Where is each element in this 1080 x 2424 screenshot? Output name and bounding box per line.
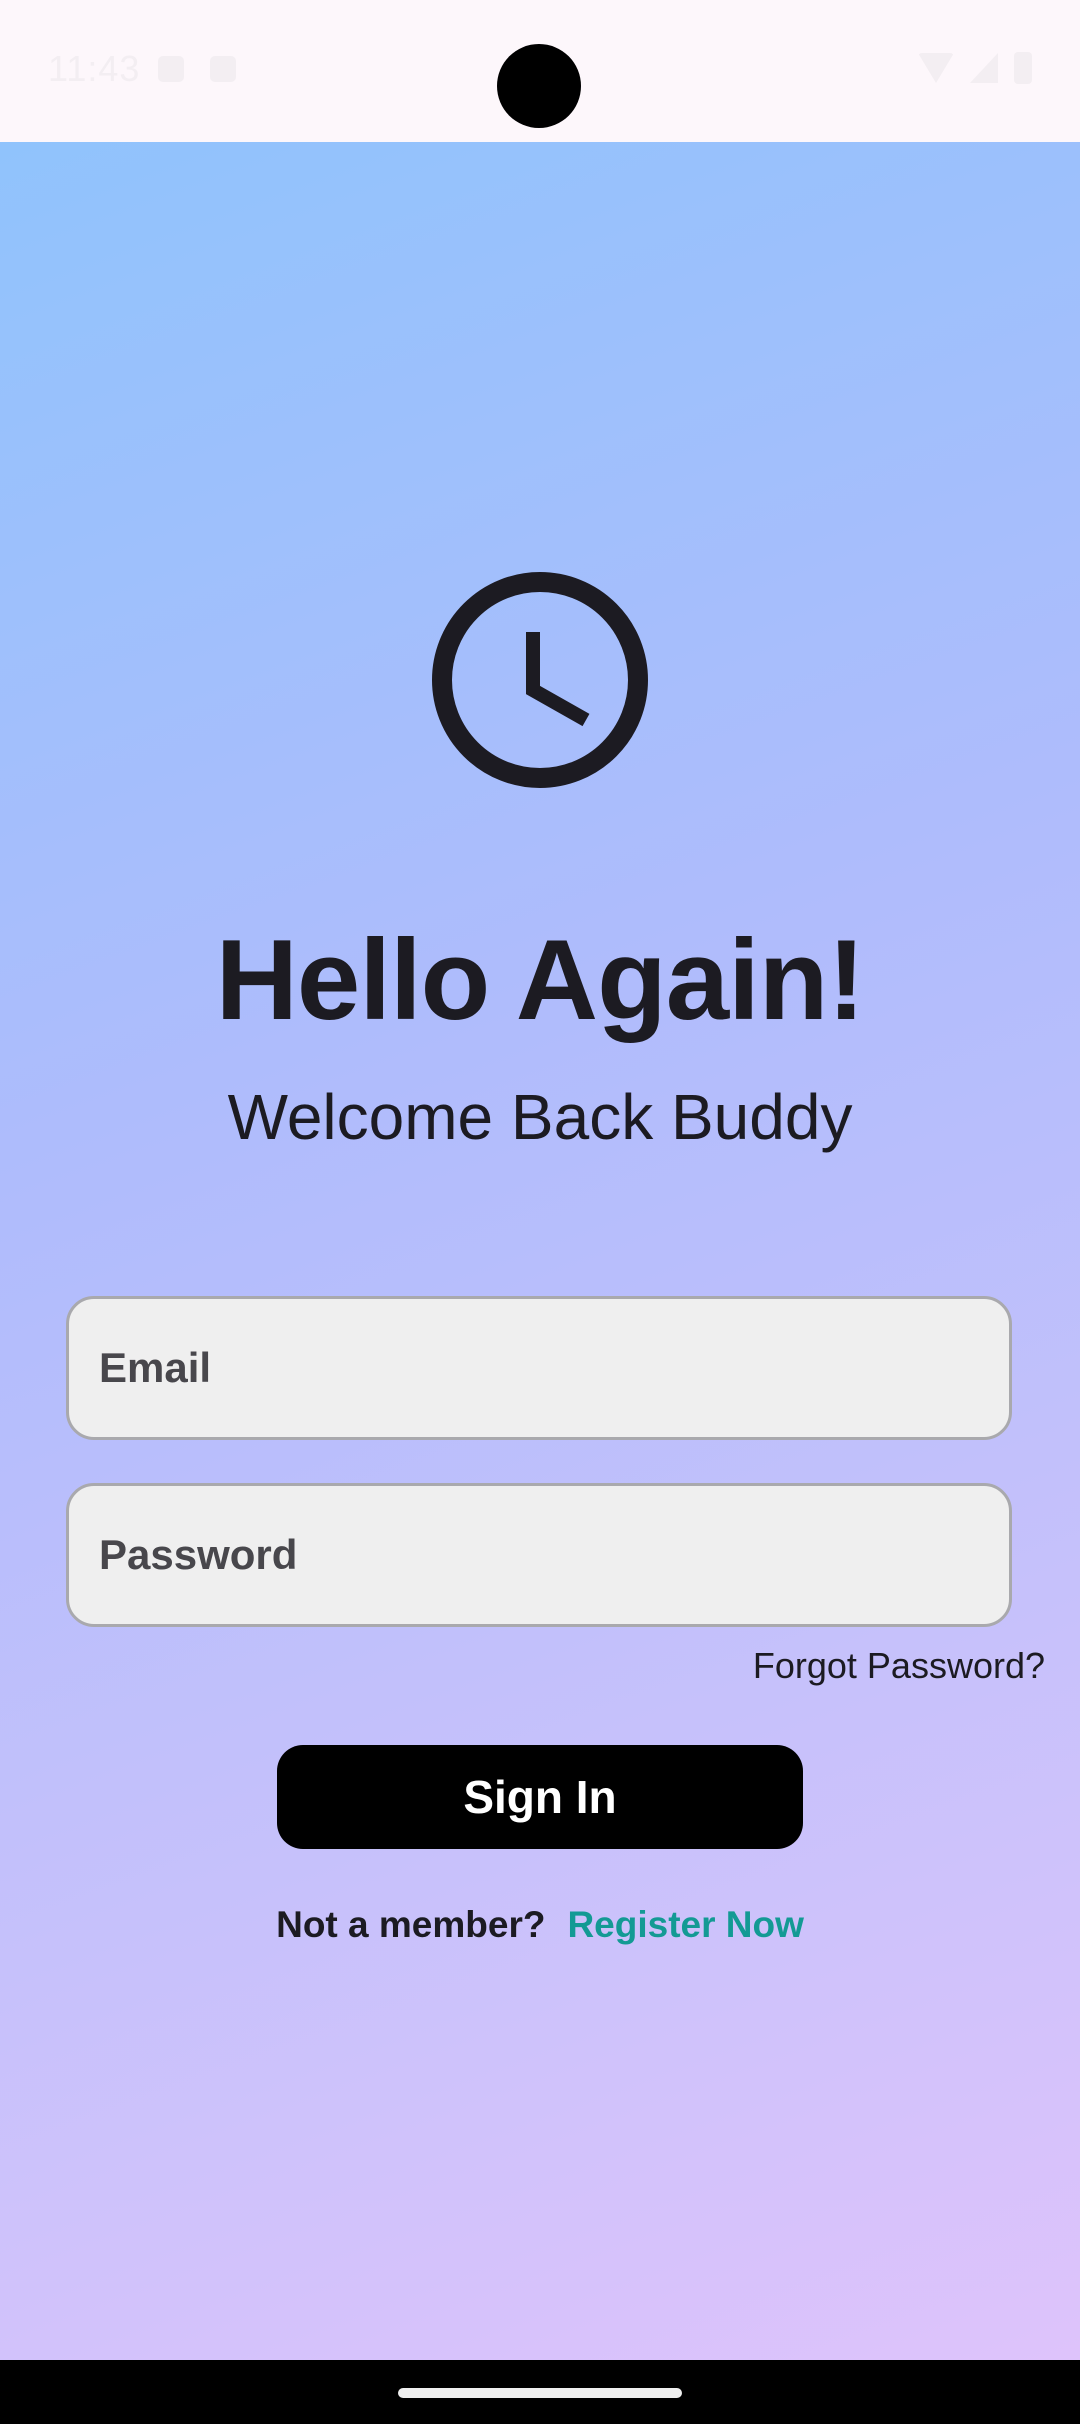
sd-card-icon xyxy=(210,56,236,82)
wifi-icon xyxy=(918,53,954,83)
login-screen xyxy=(0,142,1080,2360)
email-field[interactable] xyxy=(66,1296,1012,1440)
sign-in-button[interactable]: Sign In xyxy=(277,1745,803,1849)
status-time: 11:43 xyxy=(48,48,141,89)
signal-icon xyxy=(970,53,998,83)
status-icons xyxy=(918,52,1032,84)
register-now-link[interactable]: Register Now xyxy=(567,1904,803,1945)
screen: 11:43 Hello Again! Welcome Back Buddy Fo… xyxy=(0,0,1080,2424)
camera-cutout xyxy=(497,44,581,128)
notification-icon xyxy=(158,56,184,82)
password-field[interactable] xyxy=(66,1483,1012,1627)
page-title: Hello Again! xyxy=(215,917,866,1044)
email-input[interactable] xyxy=(69,1299,1009,1437)
page-subtitle: Welcome Back Buddy xyxy=(227,1081,853,1153)
battery-icon xyxy=(1014,52,1032,84)
not-member-label: Not a member? xyxy=(276,1904,546,1945)
register-row: Not a member? Register Now xyxy=(0,1904,1080,1946)
home-indicator[interactable] xyxy=(398,2388,682,2398)
forgot-password-link[interactable]: Forgot Password? xyxy=(753,1645,1045,1687)
status-bar: 11:43 xyxy=(0,0,1080,142)
clock-icon xyxy=(432,572,648,788)
password-input[interactable] xyxy=(69,1486,1009,1624)
